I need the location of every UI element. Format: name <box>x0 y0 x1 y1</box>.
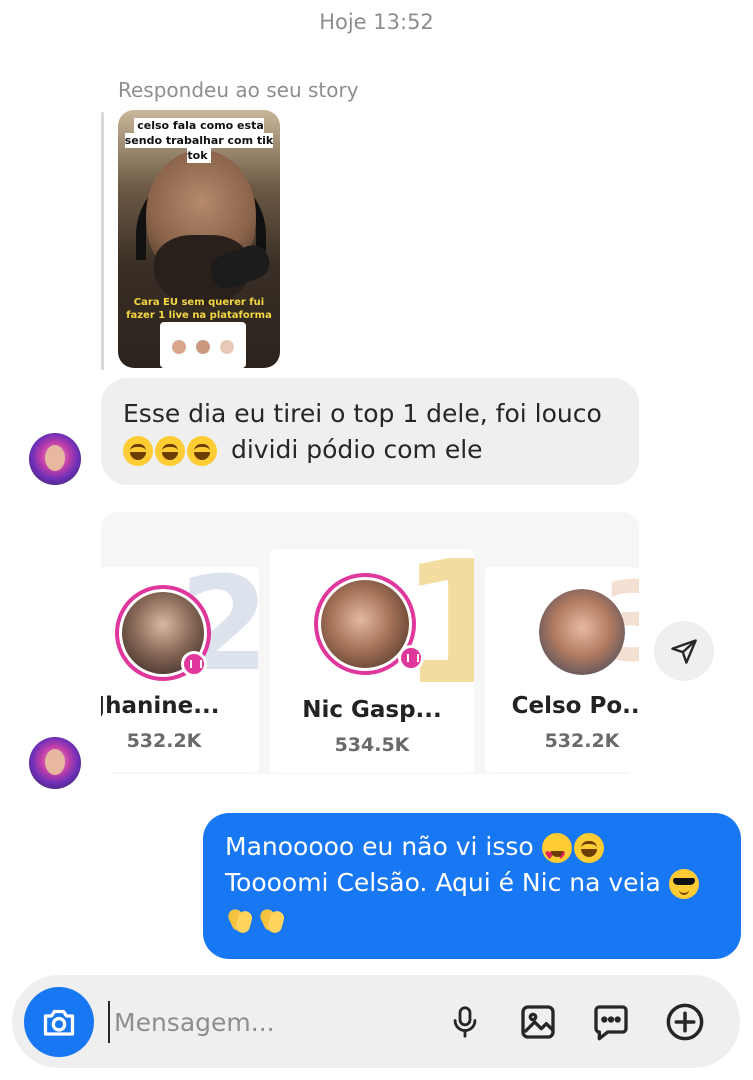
outgoing-message-bubble[interactable]: Manooooo eu não vi isso Toooomi Celsão. … <box>203 813 741 959</box>
share-button[interactable] <box>654 621 714 681</box>
gallery-icon <box>521 1005 555 1039</box>
laughing-emoji-icon <box>187 436 217 466</box>
microphone-button[interactable] <box>442 999 488 1045</box>
gallery-button[interactable] <box>515 999 561 1045</box>
plus-icon <box>666 1003 704 1041</box>
message-text-line1: Esse dia eu tirei o top 1 dele, foi louc… <box>123 399 602 428</box>
rank-name-1: Nic Gasp... <box>302 697 442 723</box>
emoji-row <box>123 436 217 466</box>
story-reply-label: Respondeu ao seu story <box>118 78 359 102</box>
rank-score-1: 534.5K <box>334 734 410 756</box>
incoming-message-bubble[interactable]: Esse dia eu tirei o top 1 dele, foi louc… <box>101 378 639 485</box>
reply-indicator-bar <box>101 112 104 370</box>
clapping-hands-emoji-icon <box>225 905 255 935</box>
live-badge-icon <box>181 651 207 677</box>
send-icon <box>671 639 697 664</box>
laughing-emoji-icon <box>123 436 153 466</box>
rank-card-1: 1 Nic Gasp... 534.5K <box>270 549 474 773</box>
story-caption-bottom: Cara EU sem querer fui fazer 1 live na p… <box>126 297 272 321</box>
emoji-row <box>541 833 604 874</box>
heart-eyes-emoji-icon <box>541 833 572 874</box>
sunglasses-emoji-icon <box>668 869 699 899</box>
message-text-line1: Manooooo eu não vi isso <box>225 832 534 861</box>
microphone-icon <box>453 1006 477 1038</box>
sticker-button[interactable] <box>588 999 634 1045</box>
message-text-line2: dividi pódio com ele <box>230 435 483 464</box>
emoji-row <box>225 905 287 935</box>
rank-card-2: 2 Jhanine... 532.2K <box>101 567 259 772</box>
rank-score-2: 532.2K <box>126 730 202 752</box>
add-button[interactable] <box>662 999 708 1045</box>
message-text-line2: Toooomi Celsão. Aqui é Nic na veia <box>225 868 661 897</box>
rank-name-3: Celso Po... <box>511 693 639 719</box>
story-caption-top: celso fala como esta sendo trabalhar com… <box>124 118 274 163</box>
camera-icon <box>43 1009 75 1036</box>
story-thumbnail[interactable]: celso fala como esta sendo trabalhar com… <box>118 110 280 368</box>
story-ranking-card <box>160 322 246 368</box>
avatar[interactable] <box>29 737 81 789</box>
camera-button[interactable] <box>24 987 94 1057</box>
rank-name-2: Jhanine... <box>101 693 220 719</box>
clapping-hands-emoji-icon <box>257 905 287 935</box>
avatar[interactable] <box>29 433 81 485</box>
message-composer <box>12 975 740 1068</box>
laughing-emoji-icon <box>155 436 185 466</box>
laughing-emoji-icon <box>573 833 604 863</box>
live-badge-icon <box>398 645 424 671</box>
timestamp: Hoje 13:52 <box>319 10 434 34</box>
message-input[interactable] <box>108 1001 418 1043</box>
sticker-icon <box>594 1005 628 1041</box>
rank-photo-3 <box>539 589 625 675</box>
shared-ranking-image[interactable]: 2 Jhanine... 532.2K 1 Nic Gasp... 534.5K… <box>101 512 639 774</box>
rank-score-3: 532.2K <box>544 730 620 752</box>
rank-card-3: 3 Celso Po... 532.2K <box>485 567 639 772</box>
